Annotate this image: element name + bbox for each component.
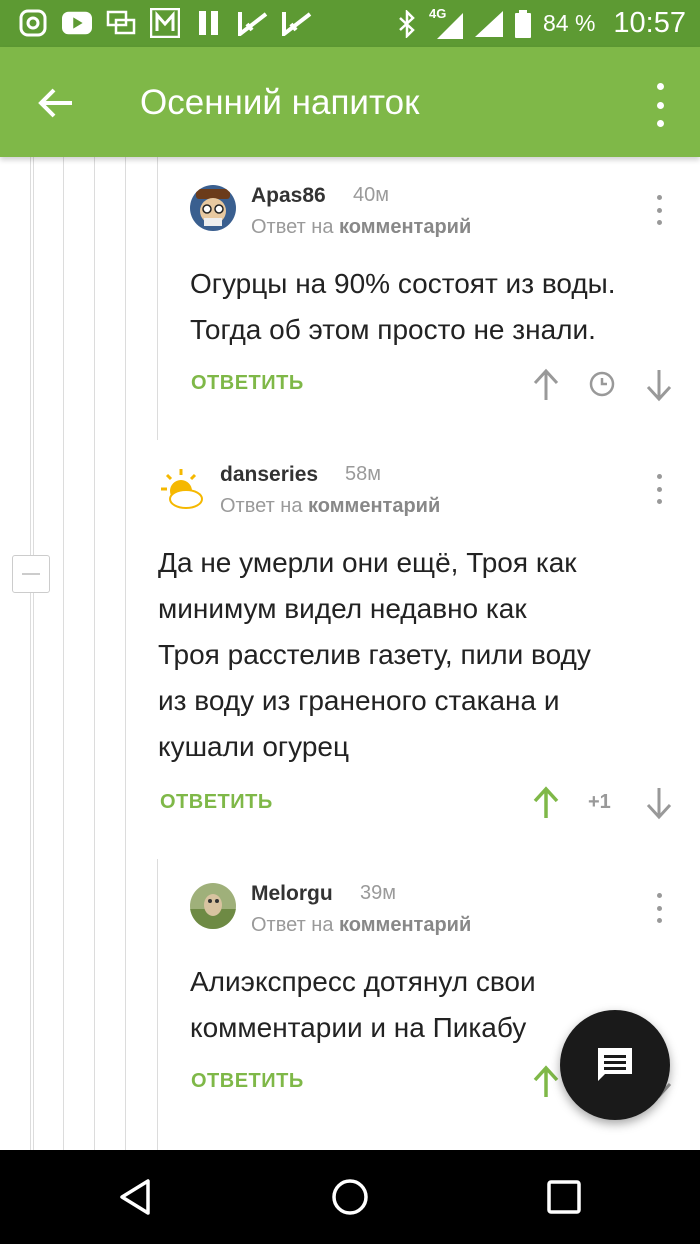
bluetooth-icon [399, 9, 415, 38]
comment-rating: +1 [588, 791, 611, 813]
comment-more-icon[interactable] [654, 474, 664, 504]
battery-percent: 84 % [542, 10, 596, 36]
reply-to[interactable]: Ответ на комментарий [251, 216, 471, 239]
comment-text-line: Да не умерли они ещё, Троя как [158, 547, 577, 578]
nav-back-icon[interactable] [116, 1177, 156, 1217]
avatar[interactable] [190, 185, 236, 231]
notification-icons [18, 8, 312, 38]
comment-text: Да не умерли они ещё, Троя как минимум в… [158, 540, 591, 770]
comment-text-line: Троя расстелив газету, пили воду [158, 639, 591, 670]
avatar[interactable] [190, 883, 236, 929]
thread-line [157, 157, 158, 440]
upvote-icon[interactable] [532, 786, 560, 820]
reply-button[interactable]: ОТВЕТИТЬ [191, 1070, 304, 1093]
app-icon [150, 8, 180, 38]
thread-line [125, 157, 126, 1150]
reply-button[interactable]: ОТВЕТИТЬ [160, 791, 273, 814]
comment-author[interactable]: Melorgu [251, 882, 333, 906]
thread-line [157, 859, 158, 1150]
comment-text-line: комментарии и на Пикабу [190, 1012, 527, 1043]
reply-prefix: Ответ на [251, 914, 334, 936]
comment-text-line: Тогда об этом просто не знали. [190, 314, 596, 345]
more-vert-icon[interactable] [648, 83, 672, 127]
avatar[interactable] [158, 465, 204, 511]
screens-icon [106, 8, 136, 38]
page-title: Осенний напиток [140, 83, 420, 122]
reply-target-link[interactable]: комментарий [339, 914, 471, 936]
comment-more-icon[interactable] [654, 893, 664, 923]
pause-icon [194, 8, 224, 38]
check-icon-2 [282, 8, 312, 38]
check-icon [238, 8, 268, 38]
thread-line [94, 157, 95, 1150]
nav-home-icon[interactable] [330, 1177, 370, 1217]
reply-prefix: Ответ на [251, 216, 334, 238]
thread-line [63, 157, 64, 1150]
system-icons: 4G 84 % 10:57 [397, 0, 686, 47]
comment-text-line: Алиэкспресс дотянул свои [190, 966, 536, 997]
back-arrow-icon[interactable] [34, 81, 78, 125]
clock: 10:57 [613, 7, 686, 39]
youtube-icon [62, 8, 92, 38]
instagram-icon [18, 8, 48, 38]
reply-to[interactable]: Ответ на комментарий [251, 914, 471, 937]
comment-text-line: Огурцы на 90% состоят из воды. [190, 268, 616, 299]
clock-icon[interactable] [588, 369, 616, 403]
upvote-icon[interactable] [532, 368, 560, 402]
reply-prefix: Ответ на [220, 495, 303, 517]
comment-time: 40м [353, 184, 389, 206]
nav-recents-icon[interactable] [544, 1177, 584, 1217]
comment-text: Огурцы на 90% состоят из воды. Тогда об … [190, 261, 616, 353]
battery-icon [514, 9, 531, 38]
reply-button[interactable]: ОТВЕТИТЬ [191, 372, 304, 395]
network-type: 4G [428, 5, 447, 21]
comment-time: 39м [360, 882, 396, 904]
reply-target-link[interactable]: комментарий [308, 495, 440, 517]
downvote-icon[interactable] [645, 786, 673, 820]
comment-time: 58м [345, 463, 381, 485]
comment-author[interactable]: danseries [220, 463, 318, 487]
upvote-icon[interactable] [532, 1065, 560, 1099]
comment-more-icon[interactable] [654, 195, 664, 225]
comment-text-line: минимум видел недавно как [158, 593, 527, 624]
comment-fab-icon [598, 1048, 632, 1081]
signal-4g-icon: 4G [428, 5, 463, 39]
comments-thread: Apas86 40м Ответ на комментарий Огурцы н… [0, 157, 700, 1150]
thread-line [33, 157, 34, 1150]
signal-icon [474, 10, 503, 37]
downvote-icon[interactable] [645, 368, 673, 402]
comment-text-line: кушали огурец [158, 731, 350, 762]
comment-text-line: из воду из граненого стакана и [158, 685, 560, 716]
collapse-thread-button[interactable] [12, 555, 50, 593]
thread-line [30, 157, 31, 1150]
reply-to[interactable]: Ответ на комментарий [220, 495, 440, 518]
reply-target-link[interactable]: комментарий [339, 216, 471, 238]
comment-text: Алиэкспресс дотянул свои комментарии и н… [190, 959, 536, 1051]
write-comment-button[interactable] [560, 1010, 670, 1120]
system-nav-bar [0, 1150, 700, 1244]
app-bar: Осенний напиток [0, 47, 700, 157]
status-bar: 4G 84 % 10:57 [0, 0, 700, 47]
comment-author[interactable]: Apas86 [251, 184, 326, 208]
